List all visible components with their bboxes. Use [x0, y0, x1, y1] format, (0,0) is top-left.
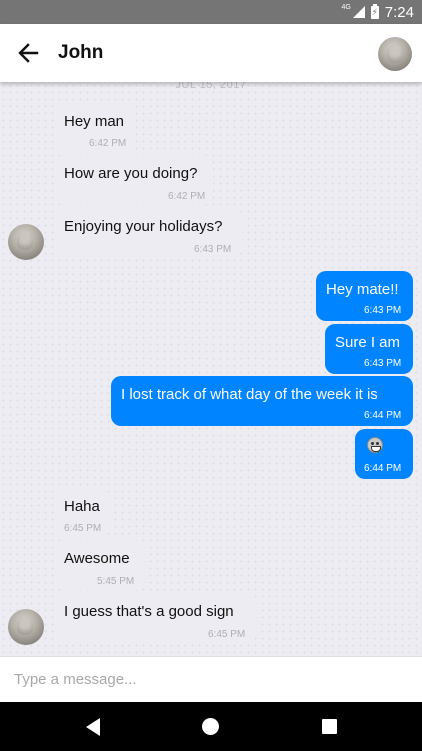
nav-recents-icon[interactable] [322, 719, 337, 734]
outgoing-message[interactable]: Sure I am 6:43 PM [325, 324, 413, 374]
incoming-message[interactable]: Awesome 5:45 PM [56, 540, 144, 590]
message-text: Sure I am [335, 334, 401, 351]
outgoing-message[interactable]: Hey mate!! 6:43 PM [316, 271, 413, 321]
incoming-message[interactable]: Enjoying your holidays? 6:43 PM [56, 208, 242, 258]
avatar[interactable] [8, 609, 44, 645]
message-time: 6:42 PM [89, 138, 127, 149]
message-time: 6:45 PM [64, 523, 102, 534]
message-composer [0, 656, 422, 702]
status-time: 7:24 [384, 3, 414, 21]
message-text: I guess that's a good sign [64, 603, 234, 620]
message-input[interactable] [14, 665, 404, 693]
avatar[interactable] [8, 224, 44, 260]
message-text: Hey mate!! [326, 281, 399, 298]
incoming-message[interactable]: How are you doing? 6:42 PM [56, 155, 213, 205]
nav-home-icon[interactable] [202, 718, 219, 735]
message-time: 6:44 PM [364, 463, 402, 474]
message-time: 6:43 PM [364, 305, 402, 316]
outgoing-message[interactable]: 6:44 PM [355, 429, 413, 479]
contact-avatar-button[interactable] [378, 37, 412, 71]
grinning-face-icon [367, 437, 383, 453]
battery-icon: ⚡ [370, 3, 379, 19]
system-nav-bar [0, 702, 422, 751]
message-text: Awesome [64, 550, 130, 567]
incoming-message[interactable]: I guess that's a good sign 6:45 PM [56, 593, 256, 643]
avatar [378, 37, 412, 71]
message-time: 6:43 PM [194, 244, 232, 255]
back-button[interactable] [14, 39, 42, 67]
app-bar: John [0, 24, 422, 82]
message-time: 6:42 PM [168, 191, 206, 202]
page-title: John [58, 42, 104, 63]
message-time: 5:45 PM [97, 576, 135, 587]
message-text: Haha [64, 498, 100, 515]
nav-back-icon[interactable] [86, 718, 100, 736]
message-text: Hey man [64, 113, 125, 130]
message-time: 6:44 PM [364, 410, 402, 421]
network-type: 4G [341, 3, 351, 11]
message-time: 6:43 PM [364, 358, 402, 369]
message-text: Enjoying your holidays? [64, 218, 223, 235]
arrow-left-icon [18, 43, 39, 63]
status-bar: 4G ⚡ 7:24 [0, 0, 422, 24]
incoming-message[interactable]: Haha 6:45 PM [56, 488, 109, 538]
message-text: How are you doing? [64, 165, 198, 182]
incoming-message[interactable]: Hey man 6:42 PM [56, 103, 136, 153]
signal-icon [352, 6, 365, 18]
message-time: 6:45 PM [208, 629, 246, 640]
message-text: I lost track of what day of the week it … [121, 386, 378, 403]
message-list[interactable]: JUL 15, 2017 Hey man 6:42 PM How are you… [0, 82, 422, 656]
outgoing-message[interactable]: I lost track of what day of the week it … [111, 376, 413, 426]
date-separator: JUL 15, 2017 [175, 82, 247, 91]
